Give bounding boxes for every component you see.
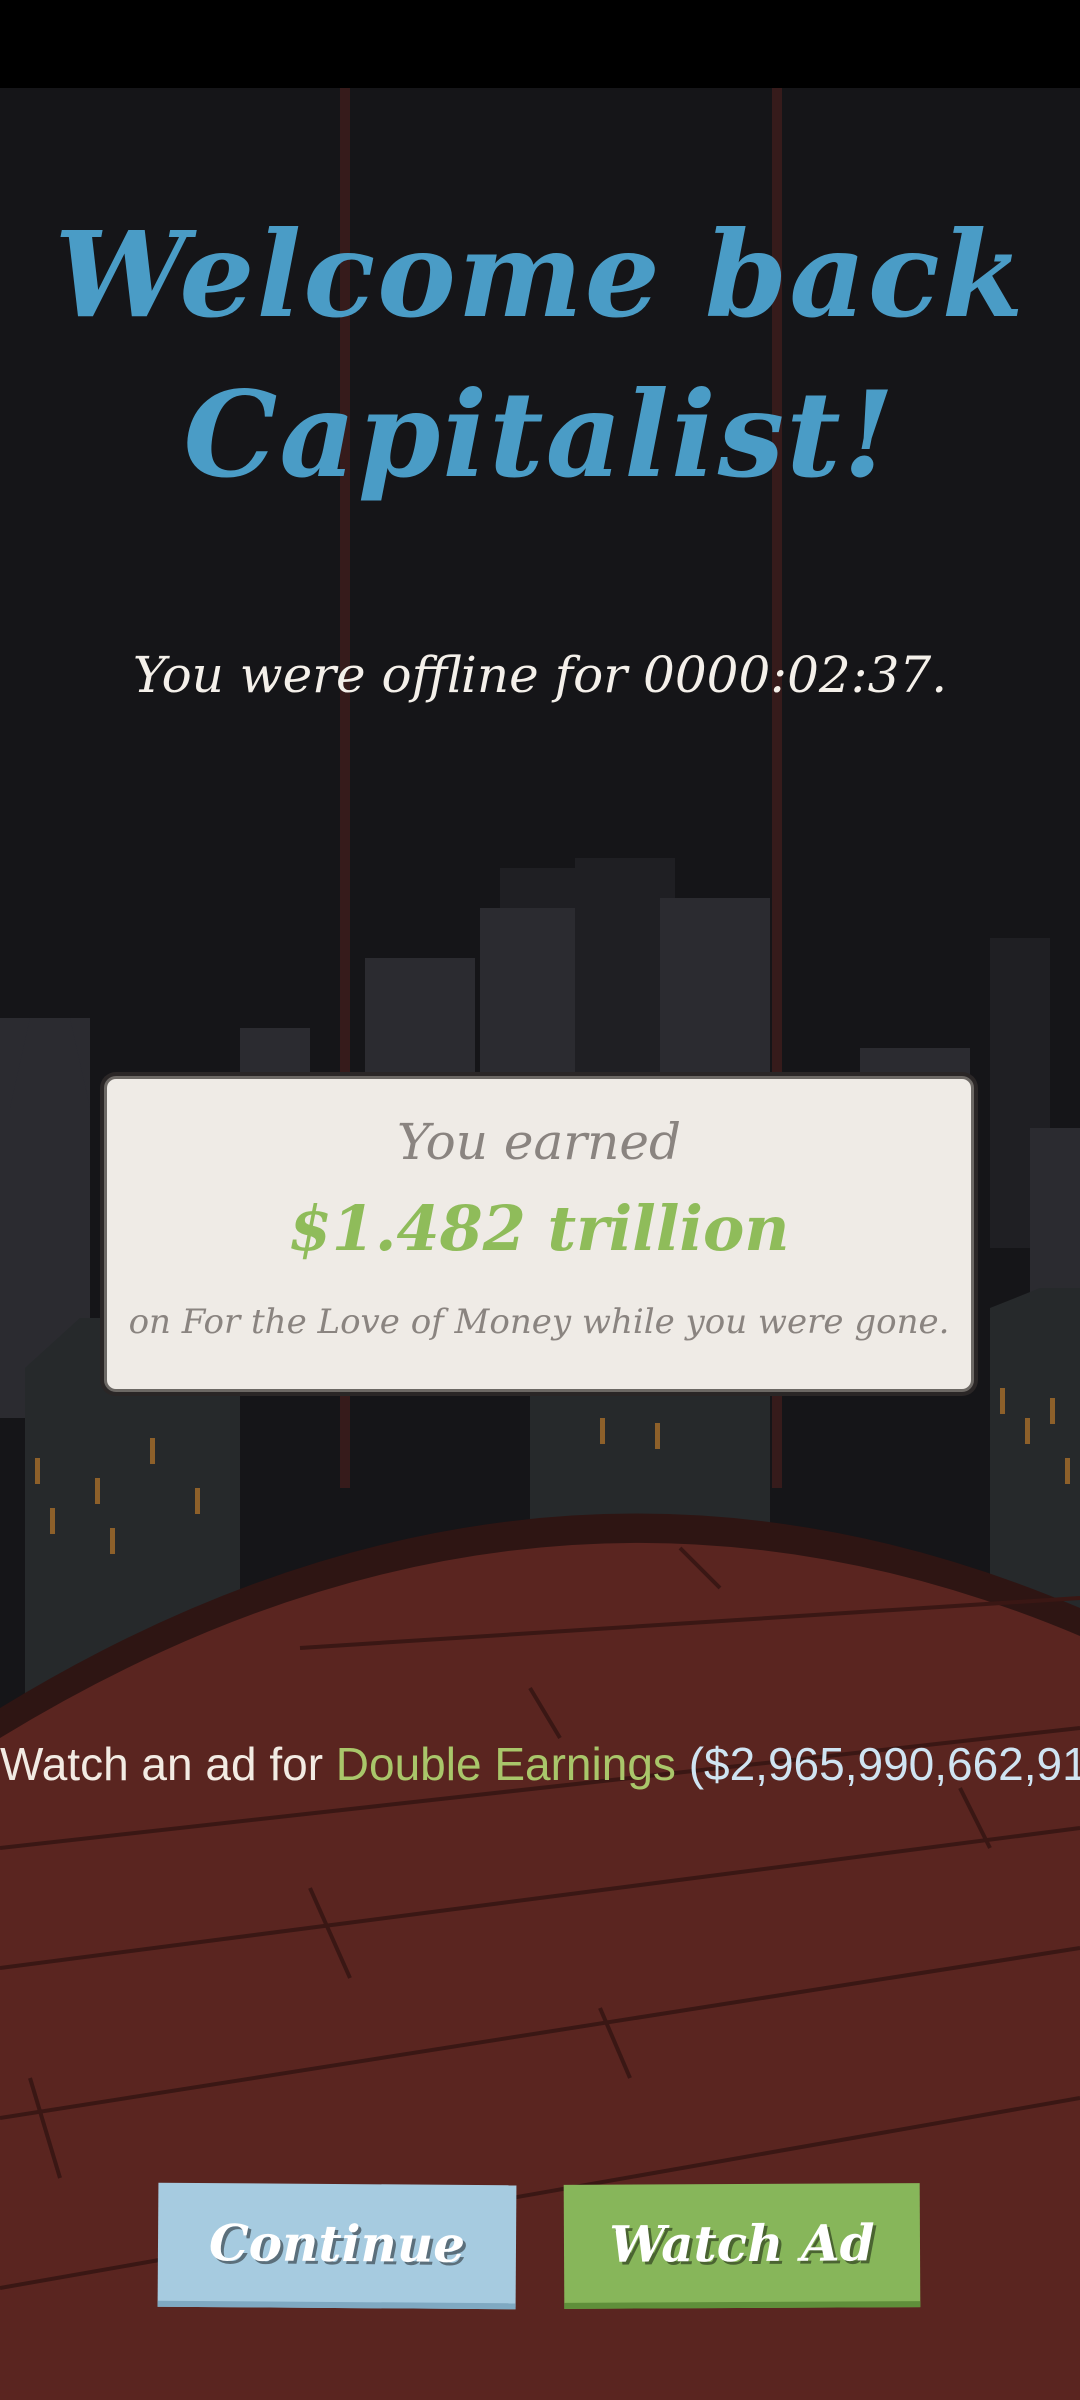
offline-earnings-screen: Welcome back Capitalist! You were offlin…	[0, 0, 1080, 2400]
earnings-card: You earned $1.482 trillion on For the Lo…	[104, 1076, 974, 1392]
welcome-title-line2: Capitalist!	[183, 365, 897, 504]
welcome-title: Welcome back Capitalist!	[0, 195, 1080, 515]
offline-duration-text: You were offline for 0000:02:37.	[132, 646, 948, 704]
welcome-title-line1: Welcome back	[54, 205, 1026, 344]
earned-amount: $1.482 trillion	[288, 1192, 790, 1265]
earned-note: on For the Love of Money while you were …	[128, 1302, 950, 1342]
ad-offer-text: Watch an ad for Double Earnings ($2,965,…	[0, 1732, 1080, 1796]
ad-offer-highlight: Double Earnings	[335, 1738, 676, 1790]
ad-offer-value: ($2,965,990,662,919.73)	[688, 1738, 1080, 1790]
earned-heading: You earned	[397, 1113, 681, 1171]
status-bar	[0, 0, 1080, 88]
watch-ad-button[interactable]: Watch Ad	[563, 2183, 921, 2309]
ad-offer-prefix: Watch an ad for	[0, 1738, 324, 1790]
continue-button[interactable]: Continue	[157, 2182, 517, 2310]
